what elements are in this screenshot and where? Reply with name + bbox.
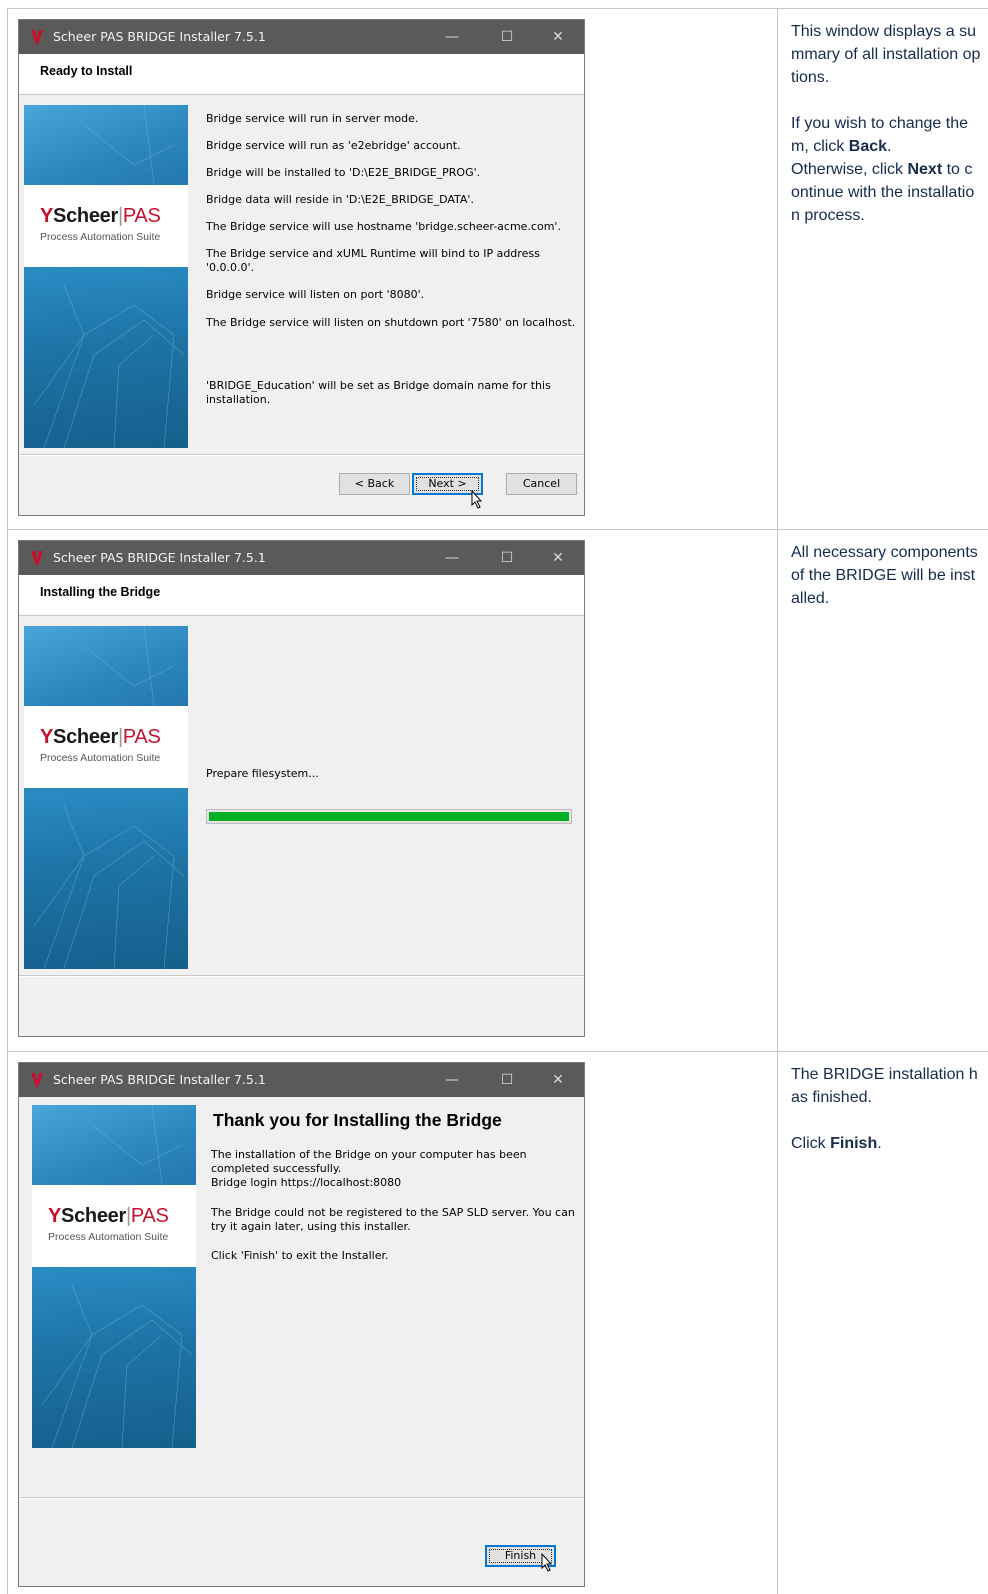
install-status-text: Prepare filesystem... [206, 767, 319, 780]
install-progress-fill [209, 812, 569, 821]
summary-line: The Bridge service will use hostname 'br… [206, 220, 561, 233]
row1-description: This window displays a summary of all in… [791, 20, 981, 227]
finish-message: Click 'Finish' to exit the Installer. [211, 1249, 389, 1262]
page-header: Installing the Bridge [19, 575, 584, 616]
row3-description: The BRIDGE installation has finished. Cl… [791, 1063, 981, 1155]
page-title: Ready to Install [40, 64, 133, 78]
summary-line: 'BRIDGE_Education' will be set as Bridge… [206, 379, 551, 406]
summary-line: Bridge will be installed to 'D:\E2E_BRID… [206, 166, 481, 179]
close-icon[interactable]: ✕ [547, 547, 569, 569]
scheer-banner: YScheer|PAS Process Automation Suite [24, 105, 188, 448]
minimize-icon[interactable]: — [441, 26, 463, 48]
close-icon[interactable]: ✕ [547, 26, 569, 48]
table-border-top [7, 8, 988, 9]
finish-message: The installation of the Bridge on your c… [211, 1148, 527, 1175]
finish-message: Bridge login https://localhost:8080 [211, 1176, 402, 1189]
summary-line: Bridge service will run in server mode. [206, 112, 419, 125]
page-header: Ready to Install [19, 54, 584, 95]
title-bar[interactable]: Scheer PAS BRIDGE Installer 7.5.1 — ☐ ✕ [19, 1063, 584, 1097]
mouse-cursor-icon [541, 1553, 553, 1572]
table-column-divider [777, 8, 778, 1594]
table-border-left [7, 8, 8, 1594]
summary-line: Bridge data will reside in 'D:\E2E_BRIDG… [206, 193, 474, 206]
window-title: Scheer PAS BRIDGE Installer 7.5.1 [53, 29, 266, 44]
finish-title: Thank you for Installing the Bridge [213, 1110, 502, 1130]
minimize-icon[interactable]: — [441, 1069, 463, 1091]
description-text: Otherwise, click Next to continue with t… [791, 161, 975, 224]
summary-line: The Bridge service and xUML Runtime will… [206, 247, 540, 274]
back-button[interactable]: < Back [339, 473, 410, 495]
minimize-icon[interactable]: — [441, 547, 463, 569]
title-bar[interactable]: Scheer PAS BRIDGE Installer 7.5.1 — ☐ ✕ [19, 20, 584, 54]
window-title: Scheer PAS BRIDGE Installer 7.5.1 [53, 1072, 266, 1087]
install-progress-bar [206, 809, 572, 824]
scheer-banner: YScheer|PAS Process Automation Suite [24, 626, 188, 969]
installer-window-finished: Scheer PAS BRIDGE Installer 7.5.1 — ☐ ✕ … [18, 1062, 585, 1587]
scheer-banner: YScheer|PAS Process Automation Suite [32, 1105, 196, 1448]
summary-line: Bridge service will listen on port '8080… [206, 288, 425, 301]
finish-message: The Bridge could not be registered to th… [211, 1206, 575, 1233]
description-text: The BRIDGE installation has finished. [791, 1066, 978, 1106]
title-bar[interactable]: Scheer PAS BRIDGE Installer 7.5.1 — ☐ ✕ [19, 541, 584, 575]
close-icon[interactable]: ✕ [547, 1069, 569, 1091]
mouse-cursor-icon [471, 490, 483, 509]
installer-window-installing: Scheer PAS BRIDGE Installer 7.5.1 — ☐ ✕ … [18, 540, 585, 1037]
table-row-divider [7, 1051, 988, 1052]
description-text: All necessary components of the BRIDGE w… [791, 544, 978, 607]
description-text: This window displays a summary of all in… [791, 23, 981, 86]
maximize-icon[interactable]: ☐ [496, 1069, 518, 1091]
app-icon [31, 1073, 43, 1087]
banner-wireframe-decoration [41, 1105, 193, 1448]
maximize-icon[interactable]: ☐ [496, 26, 518, 48]
summary-line: The Bridge service will listen on shutdo… [206, 316, 576, 329]
maximize-icon[interactable]: ☐ [496, 547, 518, 569]
table-row-divider [7, 529, 988, 530]
cancel-button[interactable]: Cancel [506, 473, 577, 495]
installer-window-ready: Scheer PAS BRIDGE Installer 7.5.1 — ☐ ✕ … [18, 19, 585, 516]
app-icon [31, 551, 43, 565]
app-icon [31, 30, 43, 44]
banner-wireframe-decoration [33, 105, 185, 448]
page-title: Installing the Bridge [40, 585, 161, 599]
row2-description: All necessary components of the BRIDGE w… [791, 541, 981, 610]
description-text: If you wish to change them, click Back. [791, 115, 968, 155]
description-text: Click Finish. [791, 1135, 882, 1152]
summary-line: Bridge service will run as 'e2ebridge' a… [206, 139, 461, 152]
window-title: Scheer PAS BRIDGE Installer 7.5.1 [53, 550, 266, 565]
banner-wireframe-decoration [33, 626, 185, 969]
